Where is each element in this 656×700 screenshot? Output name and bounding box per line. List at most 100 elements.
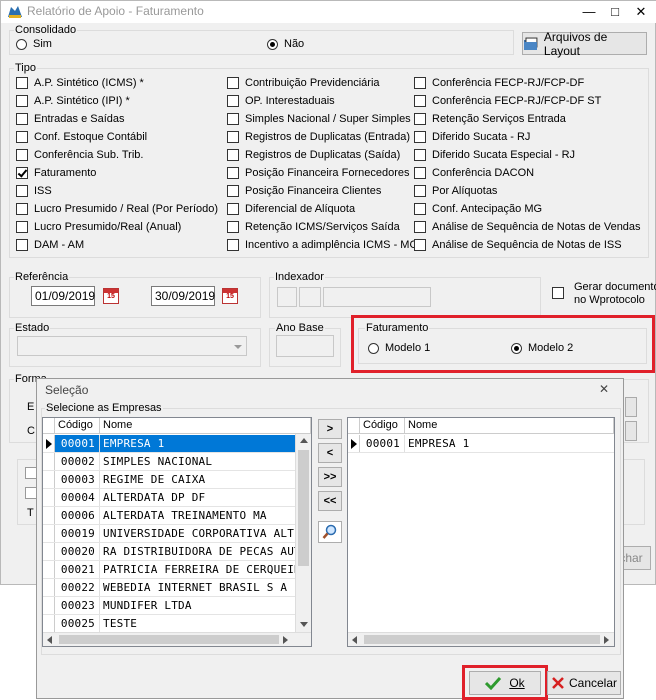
tipo-checkbox[interactable]: Simples Nacional / Super Simples	[227, 113, 411, 125]
tipo-checkbox[interactable]: DAM - AM	[16, 239, 84, 251]
tipo-checkbox[interactable]: Conf. Antecipação MG	[414, 203, 542, 215]
scroll-thumb[interactable]	[59, 635, 279, 644]
table-row[interactable]: 00006 ALTERDATA TREINAMENTO MA	[43, 507, 311, 525]
referencia-inicio-input[interactable]: 01/09/2019	[31, 286, 95, 306]
table-row[interactable]: 00025 TESTE	[43, 615, 311, 633]
close-button[interactable]: ✕	[628, 1, 654, 23]
checkbox-icon	[227, 113, 239, 125]
table-row[interactable]: 00001 EMPRESA 1	[43, 435, 311, 453]
tipo-checkbox[interactable]: Conferência DACON	[414, 167, 534, 179]
tipo-checkbox[interactable]: Entradas e Saídas	[16, 113, 125, 125]
tipo-checkbox[interactable]: OP. Interestaduais	[227, 95, 335, 107]
consolidado-nao-radio[interactable]: Não	[267, 38, 304, 50]
scroll-thumb[interactable]	[298, 450, 309, 566]
selecao-dialog: Seleção ✕ Selecione as Empresas Código N…	[36, 378, 624, 700]
tipo-checkbox-label: Simples Nacional / Super Simples	[245, 113, 411, 125]
row-indicator	[43, 579, 55, 596]
tipo-checkbox[interactable]: Diferencial de Alíquota	[227, 203, 355, 215]
table-row[interactable]: 00022 WEBEDIA INTERNET BRASIL S A	[43, 579, 311, 597]
table-row[interactable]: 00004 ALTERDATA DP DF	[43, 489, 311, 507]
tipo-checkbox[interactable]: Lucro Presumido/Real (Anual)	[16, 221, 181, 233]
tipo-checkbox[interactable]: Registros de Duplicatas (Entrada)	[227, 131, 410, 143]
col-nome-header: Nome	[100, 418, 311, 433]
table-row[interactable]: 00003 REGIME DE CAIXA	[43, 471, 311, 489]
minimize-button[interactable]: —	[576, 1, 602, 23]
calendar-icon[interactable]: 15	[103, 288, 119, 304]
cell-codigo: 00006	[55, 507, 100, 524]
cancelar-button[interactable]: Cancelar	[547, 671, 621, 695]
add-button[interactable]: >	[318, 419, 342, 439]
estado-select[interactable]	[17, 336, 247, 356]
checkbox-icon	[16, 203, 28, 215]
checkbox-icon	[414, 203, 426, 215]
search-button[interactable]	[318, 521, 342, 543]
scroll-right-icon[interactable]	[604, 636, 609, 644]
scroll-up-icon[interactable]	[300, 438, 308, 443]
table-row[interactable]: 00020 RA DISTRIBUIDORA DE PECAS AUTO	[43, 543, 311, 561]
table-row[interactable]: 00023 MUNDIFER LTDA	[43, 597, 311, 615]
checkbox-icon	[227, 149, 239, 161]
tipo-checkbox[interactable]: Diferido Sucata Especial - RJ	[414, 149, 575, 161]
tipo-checkbox[interactable]: Por Alíquotas	[414, 185, 497, 197]
ano-base-input[interactable]	[276, 335, 334, 357]
tipo-checkbox[interactable]: Conferência FECP-RJ/FCP-DF ST	[414, 95, 601, 107]
scroll-left-icon[interactable]	[47, 636, 52, 644]
checkbox-icon	[414, 95, 426, 107]
remove-all-button[interactable]: <<	[318, 491, 342, 511]
table-row[interactable]: 00001 EMPRESA 1	[348, 435, 614, 453]
col-codigo-header: Código	[360, 418, 405, 433]
vertical-scrollbar[interactable]	[295, 434, 311, 632]
maximize-button[interactable]: □	[602, 1, 628, 23]
scroll-thumb[interactable]	[364, 635, 600, 644]
gerar-line2: no Wprotocolo	[574, 294, 645, 306]
tipo-checkbox[interactable]: A.P. Sintético (ICMS) *	[16, 77, 144, 89]
scroll-right-icon[interactable]	[283, 636, 288, 644]
tipo-checkbox-label: Retenção ICMS/Serviços Saída	[245, 221, 400, 233]
row-indicator	[43, 615, 55, 632]
tipo-checkbox[interactable]: Diferido Sucata - RJ	[414, 131, 530, 143]
empresas-disponiveis-grid[interactable]: Código Nome 00001 EMPRESA 1 00002 SIMPLES N…	[42, 417, 312, 647]
empresas-selecionadas-grid[interactable]: Código Nome 00001 EMPRESA 1	[347, 417, 615, 647]
table-row[interactable]: 00002 SIMPLES NACIONAL	[43, 453, 311, 471]
cell-nome: WEBEDIA INTERNET BRASIL S A	[103, 581, 288, 594]
cell-codigo: 00001	[360, 435, 405, 452]
referencia-fim-input[interactable]: 30/09/2019	[151, 286, 215, 306]
tipo-checkbox[interactable]: Análise de Sequência de Notas de Vendas	[414, 221, 641, 233]
tipo-checkbox[interactable]: Conferência Sub. Trib.	[16, 149, 143, 161]
calendar-icon[interactable]: 15	[222, 288, 238, 304]
tipo-checkbox[interactable]: Retenção ICMS/Serviços Saída	[227, 221, 400, 233]
scroll-left-icon[interactable]	[352, 636, 357, 644]
tipo-checkbox-label: Registros de Duplicatas (Saída)	[245, 149, 401, 161]
tipo-checkbox-label: Incentivo a adimplência ICMS - MG	[245, 239, 419, 251]
indexador-name-input[interactable]	[323, 287, 431, 307]
cell-codigo: 00022	[55, 579, 100, 596]
indexador-code-input[interactable]	[277, 287, 297, 307]
tipo-checkbox[interactable]: Posição Financeira Fornecedores	[227, 167, 409, 179]
scroll-down-icon[interactable]	[300, 622, 308, 627]
tipo-checkbox[interactable]: ISS	[16, 185, 52, 197]
tipo-checkbox[interactable]: Análise de Sequência de Notas de ISS	[414, 239, 622, 251]
tipo-checkbox-label: Conf. Antecipação MG	[432, 203, 543, 215]
table-row[interactable]: 00019 UNIVERSIDADE CORPORATIVA ALTE	[43, 525, 311, 543]
remove-button[interactable]: <	[318, 443, 342, 463]
add-all-button[interactable]: >>	[318, 467, 342, 487]
tipo-checkbox[interactable]: Contribuição Previdenciária	[227, 77, 380, 89]
table-row[interactable]: 00021 PATRICIA FERREIRA DE CERQUEIRA	[43, 561, 311, 579]
tipo-checkbox[interactable]: A.P. Sintético (IPI) *	[16, 95, 130, 107]
tipo-checkbox[interactable]: Posição Financeira Clientes	[227, 185, 381, 197]
tipo-checkbox[interactable]: Lucro Presumido / Real (Por Período)	[16, 203, 218, 215]
tipo-checkbox[interactable]: Registros de Duplicatas (Saída)	[227, 149, 400, 161]
tipo-checkbox[interactable]: Retenção Serviços Entrada	[414, 113, 566, 125]
cell-codigo: 00025	[55, 615, 100, 632]
close-icon[interactable]: ✕	[599, 382, 609, 396]
horizontal-scrollbar[interactable]	[348, 632, 614, 646]
horizontal-scrollbar[interactable]	[43, 632, 311, 646]
tipo-checkbox[interactable]: Conf. Estoque Contábil	[16, 131, 147, 143]
gerar-documento-checkbox[interactable]: Gerar documento no Wprotocolo	[552, 281, 656, 307]
tipo-checkbox[interactable]: Conferência FECP-RJ/FCP-DF	[414, 77, 584, 89]
arquivos-de-layout-button[interactable]: Arquivos de Layout	[522, 30, 647, 58]
consolidado-sim-radio[interactable]: Sim	[16, 38, 52, 50]
tipo-checkbox[interactable]: Incentivo a adimplência ICMS - MG	[227, 239, 418, 251]
indexador-lookup-button[interactable]	[299, 287, 321, 307]
tipo-checkbox[interactable]: Faturamento	[16, 167, 96, 179]
